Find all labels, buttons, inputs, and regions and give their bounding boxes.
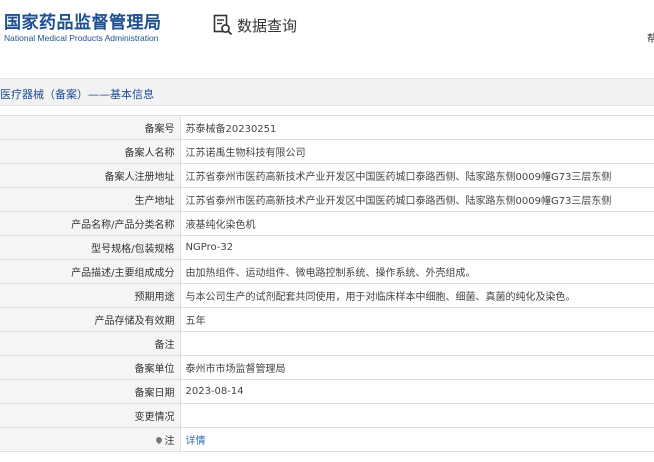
data-query-link[interactable]: 数据查询 — [213, 14, 297, 36]
table-row: 生产地址 江苏省泰州市医药高新技术产业开发区中国医药城口泰路西侧、陆家路东侧00… — [0, 187, 654, 212]
table-row: 注 详情 — [0, 427, 654, 452]
row-label: 备案日期 — [0, 379, 181, 404]
row-value: 与本公司生产的试剂配套共同使用，用于对临床样本中细胞、细菌、真菌的纯化及染色。 — [179, 283, 654, 308]
table-row: 备案人名称 江苏诺禹生物科技有限公司 — [0, 139, 654, 164]
location-pin-icon — [154, 435, 163, 445]
table-row: 型号规格/包装规格 NGPro-32 — [0, 235, 654, 260]
breadcrumb: 医疗器械（备案）——基本信息 — [0, 88, 154, 101]
table-row: 备案号 苏泰械备20230251 — [0, 115, 654, 140]
row-label: 备案号 — [0, 115, 181, 140]
row-value — [179, 403, 654, 428]
data-query-label: 数据查询 — [237, 16, 298, 35]
basic-info-table: 备案号 苏泰械备20230251 备案人名称 江苏诺禹生物科技有限公司 备案人注… — [0, 115, 654, 452]
row-label: 产品描述/主要组成成分 — [0, 259, 181, 284]
row-label: 备注 — [0, 331, 181, 356]
row-label: 备案人名称 — [0, 139, 181, 164]
table-row: 产品描述/主要组成成分 由加热组件、运动组件、微电路控制系统、操作系统、外壳组成… — [0, 259, 654, 284]
note-label-cell: 注 — [0, 427, 181, 452]
details-link[interactable]: 详情 — [186, 436, 206, 447]
breadcrumb-bar: 医疗器械（备案）——基本信息 — [0, 78, 654, 106]
row-label: 产品存储及有效期 — [0, 307, 181, 332]
site-header: 国家药品监督管理局 National Medical Products Admi… — [0, 0, 654, 62]
row-value: 由加热组件、运动组件、微电路控制系统、操作系统、外壳组成。 — [179, 259, 654, 284]
row-label: 产品名称/产品分类名称 — [0, 211, 181, 236]
table-row: 变更情况 — [0, 403, 654, 428]
row-value: NGPro-32 — [179, 235, 654, 260]
table-row: 产品名称/产品分类名称 液基纯化染色机 — [0, 211, 654, 236]
header-corner-link[interactable]: 帮 — [647, 30, 654, 45]
row-value — [179, 331, 654, 356]
site-logo-title[interactable]: 国家药品监督管理局 — [4, 8, 162, 33]
row-label: 预期用途 — [0, 283, 181, 308]
row-value: 泰州市市场监督管理局 — [179, 355, 654, 380]
row-value: 五年 — [179, 307, 654, 332]
row-label: 型号规格/包装规格 — [0, 235, 181, 260]
row-value: 江苏省泰州市医药高新技术产业开发区中国医药城口泰路西侧、陆家路东侧0009幢G7… — [179, 163, 654, 188]
row-value: 江苏诺禹生物科技有限公司 — [179, 139, 654, 164]
note-label: 注 — [164, 436, 175, 447]
site-logo-subtitle[interactable]: National Medical Products Administration — [4, 33, 159, 43]
row-value: 2023-08-14 — [179, 379, 654, 404]
row-label: 备案单位 — [0, 355, 181, 380]
row-label: 生产地址 — [0, 187, 181, 212]
table-row: 备案单位 泰州市市场监督管理局 — [0, 355, 654, 380]
table-row: 产品存储及有效期 五年 — [0, 307, 654, 332]
note-value-cell: 详情 — [179, 427, 654, 452]
row-label: 变更情况 — [0, 403, 181, 428]
table-row: 预期用途 与本公司生产的试剂配套共同使用，用于对临床样本中细胞、细菌、真菌的纯化… — [0, 283, 654, 308]
row-value: 液基纯化染色机 — [179, 211, 654, 236]
row-value: 江苏省泰州市医药高新技术产业开发区中国医药城口泰路西侧、陆家路东侧0009幢G7… — [179, 187, 654, 212]
document-search-icon — [213, 14, 233, 36]
row-label: 备案人注册地址 — [0, 163, 181, 188]
row-value: 苏泰械备20230251 — [179, 115, 654, 140]
table-row: 备案人注册地址 江苏省泰州市医药高新技术产业开发区中国医药城口泰路西侧、陆家路东… — [0, 163, 654, 188]
table-row: 备注 — [0, 331, 654, 356]
table-row: 备案日期 2023-08-14 — [0, 379, 654, 404]
